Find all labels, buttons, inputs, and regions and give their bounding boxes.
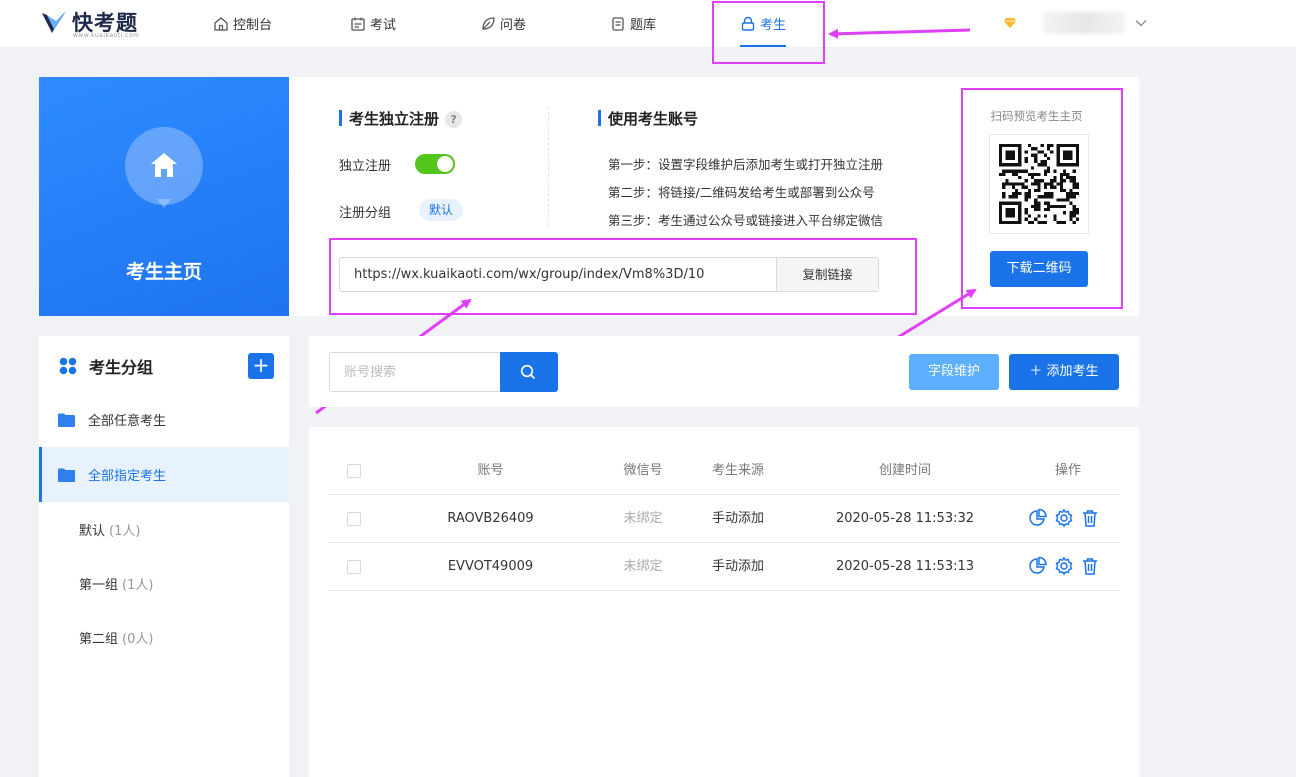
row-actions [1028,508,1100,528]
arrow-to-nav [828,28,971,39]
cell-account: EVVOT49009 [447,559,534,574]
cell-created: 2020-05-28 11:53:13 [835,559,975,574]
column-header-created: 创建时间 [878,463,931,478]
search-icon [520,364,536,380]
search-button[interactable] [500,352,558,392]
group-sidebar: 考生分组 + 全部任意考生 全部指定考生 默认 (1人) 第一组 (1人) 第二组(… [39,336,289,777]
cell-created: 2020-05-28 11:53:32 [835,511,975,526]
column-header-account: 账号 [477,463,504,478]
cell-source: 手动添加 [711,559,764,574]
cell-source: 手动添加 [711,511,764,526]
column-header-actions: 操作 [1054,463,1081,478]
trash-icon[interactable] [1080,508,1100,528]
cell-account: RAOVB26409 [447,511,534,526]
sidebar-item-all-any[interactable]: 全部任意考生 [39,392,289,447]
cell-wechat: 未绑定 [623,511,663,526]
row-checkbox[interactable] [347,512,361,526]
sidebar-item-group-1[interactable]: 第一组 (1人) [39,556,289,611]
gear-icon[interactable] [1054,556,1074,576]
field-maintenance-button[interactable]: 字段维护 [909,354,999,390]
cell-wechat: 未绑定 [623,559,663,574]
column-header-source: 考生来源 [711,463,764,478]
candidate-table: 账号 微信号 考生来源 创建时间 操作 RAOVB26409 未绑定 手动添加 … [309,427,1139,777]
trash-icon[interactable] [1080,556,1100,576]
group-count: (1人) [109,524,141,539]
account-search-input[interactable] [329,352,501,392]
table-header: 账号 微信号 考生来源 创建时间 操作 [328,447,1120,495]
group-count: (1人) [122,578,154,593]
sidebar-item-group-2[interactable]: 第二组 (0人) [39,610,289,665]
gear-icon[interactable] [1054,508,1074,528]
sidebar-title: 考生分组 [59,354,153,378]
chart-pie-icon[interactable] [1028,556,1048,576]
folder-icon [58,468,75,482]
table-row: EVVOT49009 未绑定 手动添加 2020-05-28 11:53:13 [328,543,1120,591]
grid-icon [59,357,77,375]
row-checkbox[interactable] [347,560,361,574]
table-row: RAOVB26409 未绑定 手动添加 2020-05-28 11:53:32 [328,495,1120,543]
select-all-checkbox[interactable] [347,464,361,478]
sidebar-item-default[interactable]: 默认 (1人) [39,502,289,557]
sidebar-item-all-assigned[interactable]: 全部指定考生 [39,447,289,502]
row-actions [1028,556,1100,576]
column-header-wechat: 微信号 [623,463,663,478]
chart-pie-icon[interactable] [1028,508,1048,528]
add-candidate-button[interactable]: ＋ 添加考生 [1009,354,1119,390]
add-group-button[interactable]: + [248,353,274,379]
group-count: (0人) [122,632,154,647]
candidate-toolbar: 字段维护 ＋ 添加考生 [309,336,1139,407]
folder-icon [58,413,75,427]
